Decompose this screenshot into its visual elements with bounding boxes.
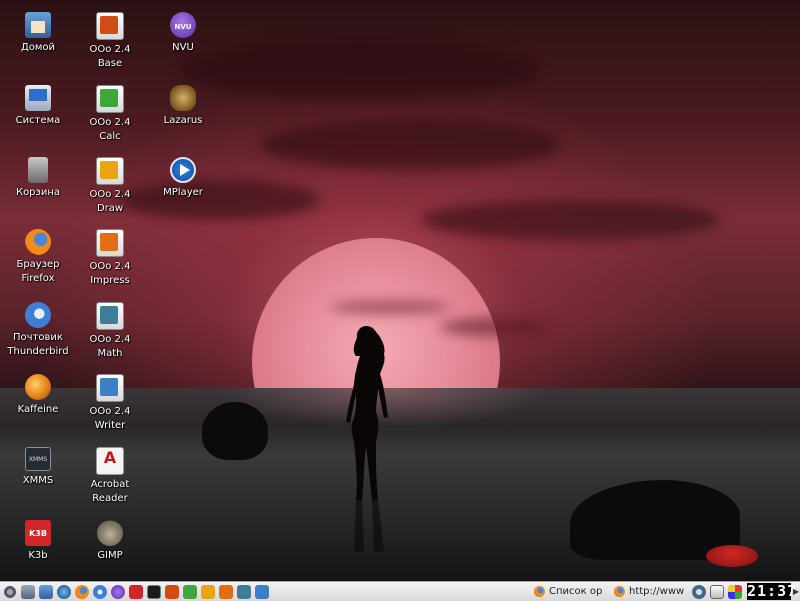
- k3b-icon: [25, 520, 51, 546]
- desktop-icon-ooo-draw[interactable]: OOo 2.4 Draw: [74, 157, 146, 216]
- desktop-icon-acrobat[interactable]: Acrobat Reader: [74, 447, 146, 506]
- gimp-icon: [97, 520, 123, 546]
- desktop-icon-ooo-calc[interactable]: OOo 2.4 Calc: [74, 85, 146, 144]
- ooo-writer-icon: [96, 374, 124, 402]
- ooo-draw-icon: [96, 157, 124, 185]
- icon-label: NVU: [172, 42, 194, 53]
- taskbar: Список ор http://www 21:37 ▶: [0, 581, 800, 601]
- desktop-icon-ooo-impress[interactable]: OOo 2.4 Impress: [74, 229, 146, 288]
- desktop-icon-mplayer[interactable]: MPlayer: [147, 157, 219, 200]
- desktop-icon-nvu[interactable]: NVU: [147, 12, 219, 55]
- icon-label: Lazarus: [163, 115, 203, 126]
- desktop-icon-ooo-writer[interactable]: OOo 2.4 Writer: [74, 374, 146, 433]
- icon-label: Браузер Firefox: [16, 259, 60, 284]
- taskbar-window-button[interactable]: Список ор: [534, 584, 610, 599]
- kaffeine-icon: [25, 374, 51, 400]
- ooo-base-icon[interactable]: [165, 584, 179, 599]
- icon-label: OOo 2.4 Base: [89, 44, 131, 69]
- cloud: [260, 120, 560, 170]
- k3b-icon[interactable]: [129, 584, 143, 599]
- cloud: [330, 300, 450, 314]
- woman-silhouette: [346, 326, 388, 552]
- xmms-icon: [25, 447, 51, 471]
- trash-icon: [28, 157, 48, 183]
- home-icon: [25, 12, 51, 38]
- firefox-icon: [25, 229, 51, 255]
- taskbar-window-button[interactable]: http://www: [614, 584, 686, 599]
- icon-label: Acrobat Reader: [90, 479, 130, 504]
- kde-menu-icon[interactable]: [3, 584, 17, 599]
- cloud: [420, 200, 720, 240]
- ooo-writer-icon[interactable]: [255, 584, 269, 599]
- cloud: [440, 318, 550, 336]
- firefox-icon[interactable]: [75, 584, 89, 599]
- icon-label: Корзина: [15, 187, 61, 198]
- icon-label: OOo 2.4 Calc: [89, 117, 131, 142]
- show-desktop-icon[interactable]: [21, 584, 35, 599]
- desktop-icon-ooo-base[interactable]: OOo 2.4 Base: [74, 12, 146, 71]
- desktop-icon-system[interactable]: Система: [2, 85, 74, 128]
- ooo-math-icon[interactable]: [237, 584, 251, 599]
- icon-label: OOo 2.4 Impress: [89, 261, 131, 286]
- mplayer-icon: [170, 157, 196, 183]
- home-icon[interactable]: [39, 584, 53, 599]
- desktop-icon-xmms[interactable]: XMMS: [2, 447, 74, 488]
- desktop-icon-ooo-math[interactable]: OOo 2.4 Math: [74, 302, 146, 361]
- icon-label: Почтовик Thunderbird: [7, 332, 69, 357]
- nvu-icon: [170, 12, 196, 38]
- icon-label: Kaffeine: [17, 404, 59, 415]
- icon-label: XMMS: [22, 475, 54, 486]
- desktop-icon-home[interactable]: Домой: [2, 12, 74, 55]
- ooo-impress-icon[interactable]: [219, 584, 233, 599]
- nvu-icon[interactable]: [111, 584, 125, 599]
- ooo-impress-icon: [96, 229, 124, 257]
- rock: [202, 402, 268, 460]
- desktop-icon-firefox[interactable]: Браузер Firefox: [2, 229, 74, 286]
- thunderbird-icon[interactable]: [93, 584, 107, 599]
- task-label: http://www: [629, 586, 685, 597]
- network-icon[interactable]: [57, 584, 71, 599]
- icon-label: OOo 2.4 Draw: [89, 189, 131, 214]
- thunderbird-icon: [25, 302, 51, 328]
- desktop-icon-thunderbird[interactable]: Почтовик Thunderbird: [2, 302, 74, 359]
- keyboard-layout-icon[interactable]: [728, 584, 742, 599]
- computer-icon: [25, 85, 51, 111]
- firefox-icon: [614, 586, 625, 597]
- icon-label: Домой: [20, 42, 56, 53]
- clock[interactable]: 21:37: [747, 583, 796, 600]
- icon-label: OOo 2.4 Math: [89, 334, 131, 359]
- desktop-icon-kaffeine[interactable]: Kaffeine: [2, 374, 74, 417]
- lazarus-icon: [170, 85, 196, 111]
- icon-label: GIMP: [97, 550, 123, 561]
- icon-label: OOo 2.4 Writer: [89, 406, 131, 431]
- ooo-draw-icon[interactable]: [201, 584, 215, 599]
- cloud: [180, 40, 540, 100]
- ooo-base-icon: [96, 12, 124, 40]
- desktop-icon-lazarus[interactable]: Lazarus: [147, 85, 219, 128]
- chevron-right-icon[interactable]: ▶: [792, 583, 800, 600]
- desktop-icon-gimp[interactable]: GIMP: [74, 520, 146, 563]
- icon-label: MPlayer: [163, 187, 203, 198]
- desktop-icon-k3b[interactable]: K3b: [2, 520, 74, 563]
- acrobat-reader-icon: [96, 447, 124, 475]
- ooo-math-icon: [96, 302, 124, 330]
- volume-icon[interactable]: [692, 584, 706, 599]
- firefox-icon: [534, 586, 545, 597]
- desktop-icon-trash[interactable]: Корзина: [2, 157, 74, 200]
- icon-label: K3b: [28, 550, 48, 561]
- ooo-calc-icon[interactable]: [183, 584, 197, 599]
- red-stone: [706, 545, 758, 567]
- clipboard-icon[interactable]: [710, 584, 724, 599]
- task-label: Список ор: [549, 586, 603, 597]
- ooo-calc-icon: [96, 85, 124, 113]
- icon-label: Система: [15, 115, 61, 126]
- terminal-icon[interactable]: [147, 584, 161, 599]
